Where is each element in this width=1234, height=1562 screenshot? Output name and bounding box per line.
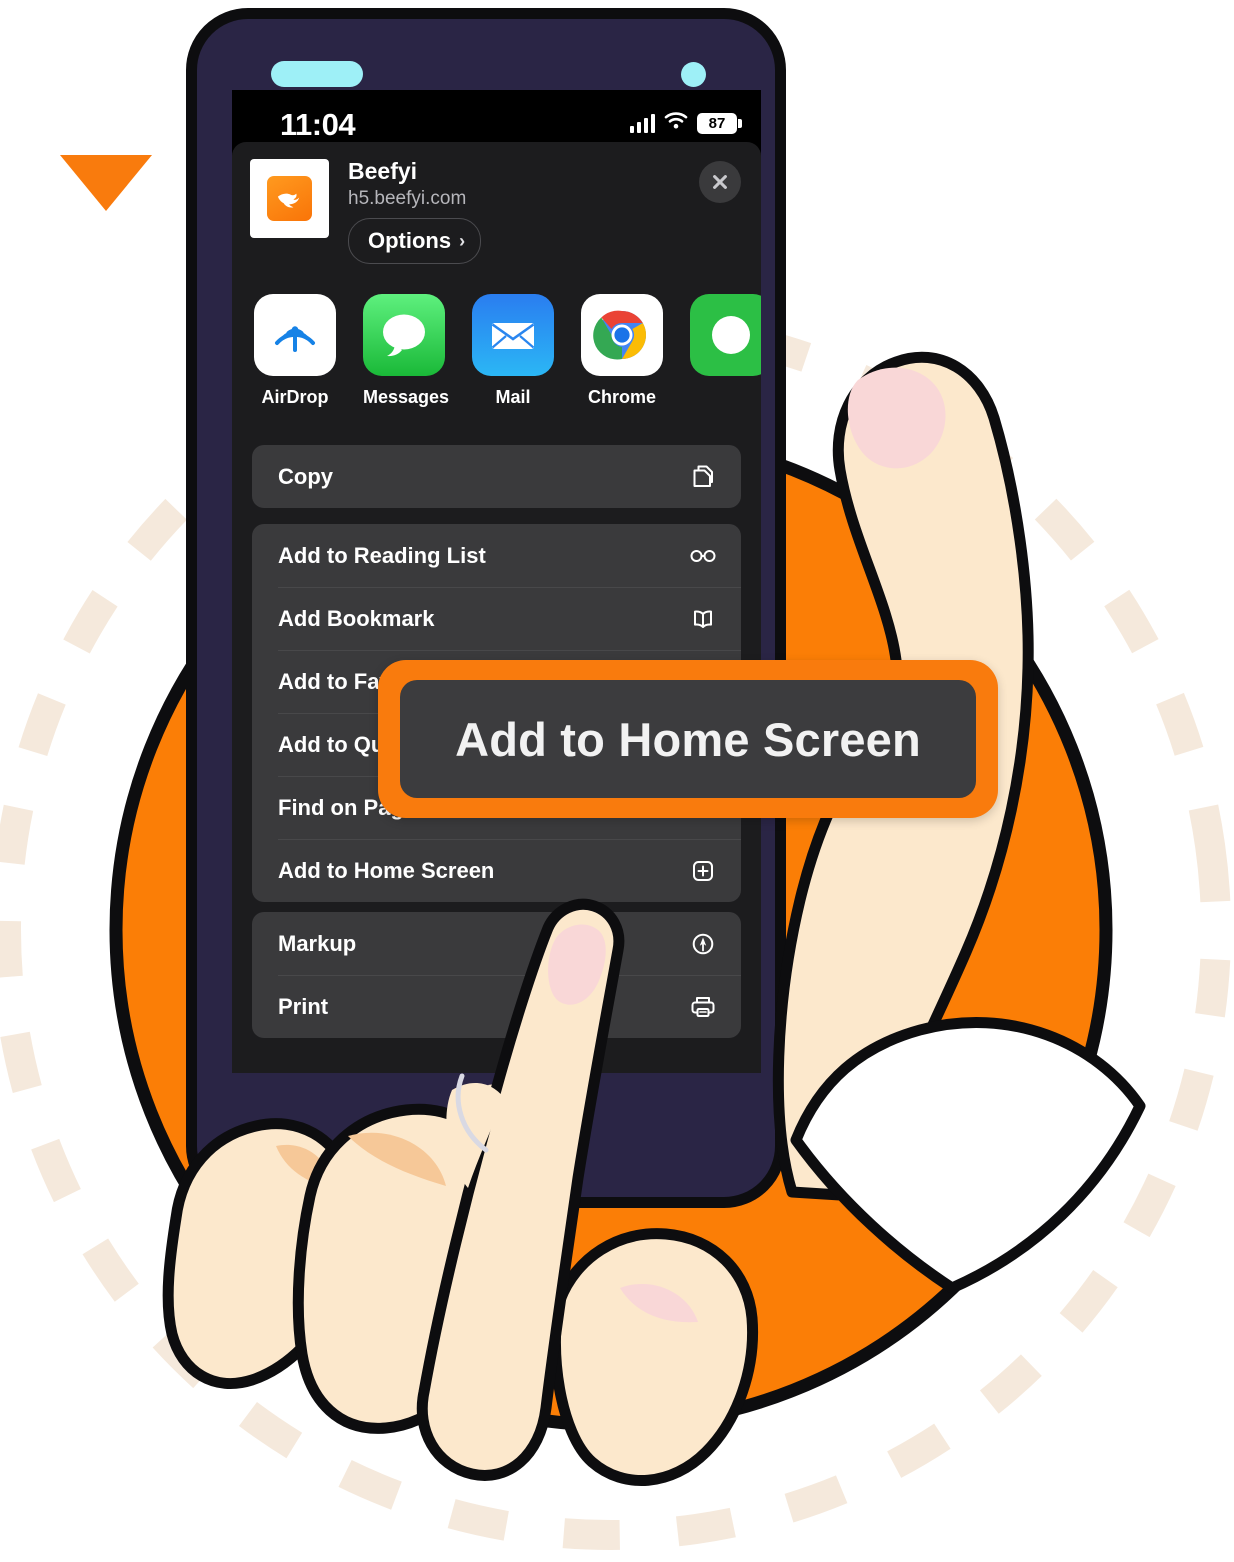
- mail-icon: [472, 294, 554, 376]
- close-button[interactable]: [699, 161, 741, 203]
- camera-dot-icon: [681, 62, 706, 87]
- share-sheet: Beefyi h5.beefyi.com Options › AirDrop M…: [232, 142, 761, 1073]
- share-target-label: Mail: [495, 387, 531, 407]
- copy-icon: [687, 461, 719, 493]
- action-row-add-to-home-screen[interactable]: Add to Home Screen: [252, 839, 741, 902]
- share-target-mail[interactable]: Mail: [472, 294, 554, 434]
- share-target-label: Chrome: [587, 387, 656, 407]
- app-thumbnail: [250, 159, 329, 238]
- options-button[interactable]: Options ›: [348, 218, 482, 264]
- action-label: Add to Home Screen: [278, 857, 495, 883]
- callout-body: Add to Home Screen: [400, 680, 976, 798]
- beefyi-logo-icon: [267, 176, 312, 221]
- action-row-print[interactable]: Print: [252, 975, 741, 1038]
- chrome-icon: [581, 294, 663, 376]
- glasses-icon: [687, 540, 719, 572]
- signal-bars-icon: [630, 113, 655, 133]
- action-row-markup[interactable]: Markup: [252, 912, 741, 975]
- action-label: Print: [278, 993, 329, 1019]
- action-group-tools: Markup Print: [232, 912, 761, 1038]
- share-target-airdrop[interactable]: AirDrop: [254, 294, 336, 434]
- close-icon: [713, 175, 727, 189]
- status-time: 11:04: [280, 107, 356, 142]
- share-target-label: AirDrop: [261, 387, 329, 407]
- book-icon: [687, 603, 719, 635]
- chevron-right-icon: ›: [459, 230, 466, 251]
- action-row-add-bookmark[interactable]: Add Bookmark: [252, 587, 741, 650]
- action-label: Copy: [278, 463, 333, 489]
- app-url: h5.beefyi.com: [348, 188, 467, 209]
- action-label: Add Bookmark: [278, 605, 435, 631]
- options-label: Options: [368, 228, 452, 253]
- airdrop-icon: [254, 294, 336, 376]
- share-target-messages[interactable]: Messages: [363, 294, 450, 434]
- callout-tail-icon: [60, 155, 152, 211]
- plus-square-icon: [687, 855, 719, 887]
- speaker-pill-icon: [271, 61, 363, 87]
- share-target-label: Messages: [363, 387, 450, 407]
- share-target-chrome[interactable]: Chrome: [581, 294, 663, 434]
- share-sheet-header: Beefyi h5.beefyi.com Options ›: [232, 142, 761, 306]
- action-row-add-to-reading-list[interactable]: Add to Reading List: [252, 524, 741, 587]
- markup-icon: [687, 928, 719, 960]
- messages-icon: [363, 294, 445, 376]
- status-indicators: 87: [630, 111, 742, 135]
- illustration-stage: 11:04 87 Beefyi h5.beefyi.com Options › …: [0, 0, 1234, 1562]
- app-name: Beefyi: [348, 158, 418, 184]
- phone-screen: 11:04 87 Beefyi h5.beefyi.com Options › …: [232, 90, 761, 1073]
- whatsapp-icon: [690, 294, 761, 376]
- action-row-copy[interactable]: Copy: [252, 445, 741, 508]
- callout-tooltip: Add to Home Screen: [378, 660, 998, 818]
- action-label: Add to Reading List: [278, 542, 486, 568]
- wifi-icon: [664, 111, 688, 135]
- action-group-copy: Copy: [232, 445, 761, 508]
- share-target-whatsapp[interactable]: [690, 294, 761, 434]
- battery-icon: 87: [697, 112, 742, 134]
- battery-level: 87: [708, 114, 726, 132]
- action-label: Markup: [278, 930, 357, 956]
- callout-text: Add to Home Screen: [455, 712, 921, 766]
- phone-frame: 11:04 87 Beefyi h5.beefyi.com Options › …: [186, 8, 786, 1208]
- print-icon: [687, 991, 719, 1023]
- share-targets-row: AirDrop Messages Mail Chrome: [232, 294, 761, 434]
